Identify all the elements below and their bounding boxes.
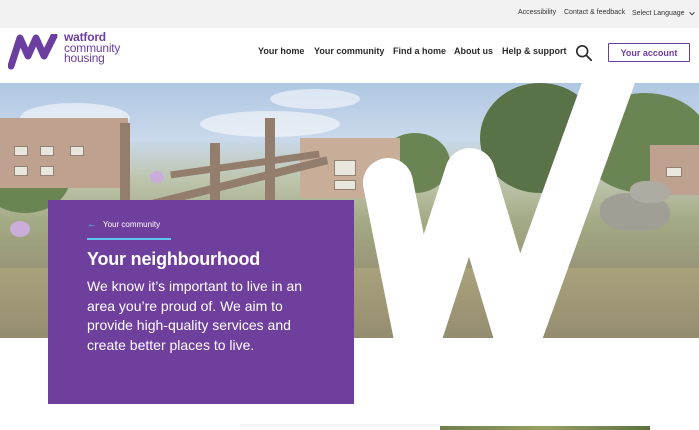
logo-text: watford community housing: [64, 31, 120, 65]
nav-about-us[interactable]: About us: [454, 46, 493, 56]
card-shadow: [240, 424, 440, 430]
contact-feedback-link[interactable]: Contact & feedback: [564, 9, 625, 16]
nav-your-community[interactable]: Your community: [314, 46, 384, 56]
search-icon[interactable]: [575, 44, 593, 62]
content-image: [440, 426, 650, 430]
language-select-label: Select Language: [632, 10, 685, 17]
nav-help-support[interactable]: Help & support: [502, 46, 567, 56]
hero-card: ← Your community Your neighbourhood We k…: [48, 200, 354, 404]
language-select[interactable]: Select Language: [632, 10, 695, 17]
breadcrumb-underline: [87, 238, 171, 240]
logo-mark-icon: [8, 34, 58, 70]
site-header: watford community housing Your home Your…: [0, 28, 699, 83]
breadcrumb-label: Your community: [103, 220, 161, 229]
accessibility-link[interactable]: Accessibility: [518, 9, 556, 16]
logo[interactable]: watford community housing: [8, 31, 128, 72]
chevron-down-icon: [688, 11, 695, 16]
page-title: Your neighbourhood: [87, 249, 261, 269]
utility-bar: Accessibility Contact & feedback Select …: [0, 0, 699, 28]
brand-n-shape: [363, 83, 635, 338]
nav-your-home[interactable]: Your home: [258, 46, 304, 56]
nav-find-a-home[interactable]: Find a home: [393, 46, 446, 56]
logo-line-3: housing: [64, 51, 105, 65]
intro-text: We know it’s important to live in an are…: [87, 278, 303, 353]
your-account-button[interactable]: Your account: [608, 43, 690, 62]
arrow-left-icon: ←: [87, 218, 97, 230]
page: Accessibility Contact & feedback Select …: [0, 0, 699, 430]
breadcrumb[interactable]: ← Your community: [87, 218, 161, 230]
